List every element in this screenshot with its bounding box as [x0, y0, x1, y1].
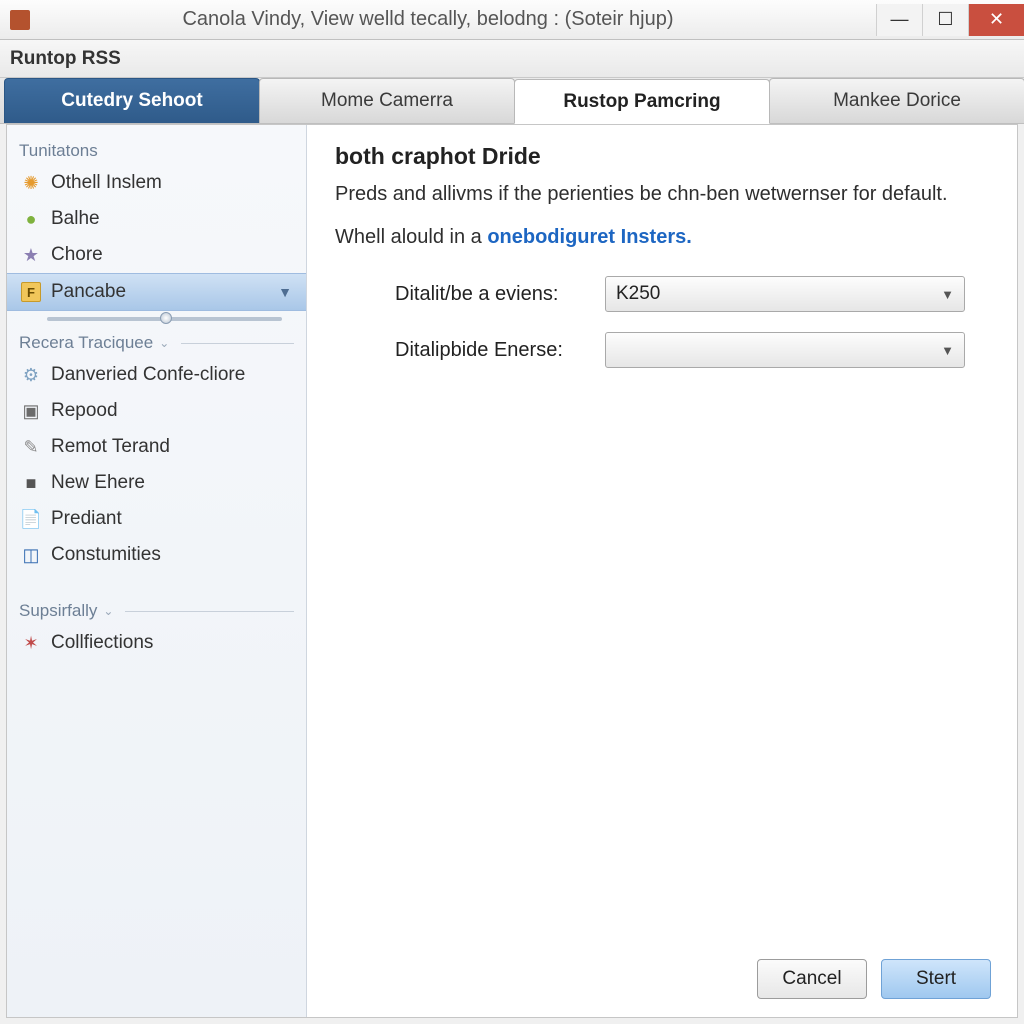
titlebar: Canola Vindy, View welld tecally, belodn… [0, 0, 1024, 40]
chevron-down-icon: ▼ [941, 343, 954, 358]
body: Tunitatons ✺ Othell Inslem ● Balhe ★ Cho… [6, 124, 1018, 1018]
window-title: Canola Vindy, View welld tecally, belodn… [40, 8, 876, 31]
window-controls: — ☐ ✕ [876, 4, 1024, 36]
star-icon: ★ [21, 245, 41, 265]
sidebar-item-prediant[interactable]: 📄 Prediant [7, 501, 306, 537]
box-icon: ◫ [21, 545, 41, 565]
minimize-button[interactable]: — [876, 4, 922, 36]
main-panel: both craphot Dride Preds and allivms if … [307, 125, 1017, 1017]
page-subline: Whell alould in a onebodiguret Insters. [335, 223, 989, 252]
sidebar-item-remot-terand[interactable]: ✎ Remot Terand [7, 429, 306, 465]
sidebar-item-collfiections[interactable]: ✶ Collfiections [7, 625, 306, 661]
close-button[interactable]: ✕ [968, 4, 1024, 36]
sidebar-item-label: Pancabe [51, 281, 126, 303]
sidebar-item-constumities[interactable]: ◫ Constumities [7, 537, 306, 573]
cancel-button[interactable]: Cancel [757, 959, 867, 999]
sidebar-item-label: Remot Terand [51, 436, 170, 458]
maximize-button[interactable]: ☐ [922, 4, 968, 36]
eviens-label: Ditalit/be a eviens: [395, 283, 605, 306]
tab-mankee-dorice[interactable]: Mankee Dorice [769, 78, 1024, 123]
divider [181, 343, 294, 344]
square-icon: ■ [21, 473, 41, 493]
toolbar-label: Runtop RSS [10, 48, 121, 70]
enerse-label: Ditalipbide Enerse: [395, 339, 605, 362]
footer-buttons: Cancel Stert [757, 959, 991, 999]
eviens-combo[interactable]: K250 ▼ [605, 276, 965, 312]
tab-label: Rustop Pamcring [563, 91, 720, 113]
sidebar: Tunitatons ✺ Othell Inslem ● Balhe ★ Cho… [7, 125, 307, 1017]
start-button[interactable]: Stert [881, 959, 991, 999]
divider [125, 611, 294, 612]
tab-rustop-pamcring[interactable]: Rustop Pamcring [514, 79, 770, 124]
dot-icon: ● [21, 209, 41, 229]
sidebar-section-title: Recera Traciquee [19, 333, 153, 353]
star-icon: ✺ [21, 173, 41, 193]
combo-value: K250 [616, 283, 660, 305]
gear-icon: ⚙ [21, 365, 41, 385]
button-label: Cancel [782, 968, 841, 990]
sidebar-item-repood[interactable]: ▣ Repood [7, 393, 306, 429]
form-row-enerse: Ditalipbide Enerse: ▼ [335, 332, 989, 368]
sidebar-section-title: Tunitatons [19, 141, 98, 161]
sidebar-item-label: New Ehere [51, 472, 145, 494]
tab-cutedry-sehoot[interactable]: Cutedry Sehoot [4, 78, 260, 123]
chevron-down-icon: ▼ [941, 287, 954, 302]
sidebar-item-balhe[interactable]: ● Balhe [7, 201, 306, 237]
page-description: Preds and allivms if the perienties be c… [335, 180, 989, 209]
tab-label: Mankee Dorice [833, 90, 961, 112]
chevron-icon: ⌄ [159, 336, 169, 350]
sidebar-item-othell-inslem[interactable]: ✺ Othell Inslem [7, 165, 306, 201]
sidebar-item-label: Constumities [51, 544, 161, 566]
sidebar-section-tunitatons: Tunitatons [7, 131, 306, 165]
insters-link[interactable]: onebodiguret Insters. [487, 226, 691, 248]
sidebar-item-chore[interactable]: ★ Chore [7, 237, 306, 273]
sidebar-item-label: Prediant [51, 508, 122, 530]
slider-thumb[interactable] [160, 312, 172, 324]
sparkle-icon: ✶ [21, 633, 41, 653]
sidebar-item-pancabe[interactable]: F Pancabe ▼ [7, 273, 306, 311]
chevron-icon: ⌄ [103, 604, 113, 618]
form-row-eviens: Ditalit/be a eviens: K250 ▼ [335, 276, 989, 312]
sidebar-section-recera: Recera Traciquee ⌄ [7, 323, 306, 357]
sidebar-item-label: Danveried Confe-cliore [51, 364, 245, 386]
pencil-icon: ✎ [21, 437, 41, 457]
tab-label: Mome Camerra [321, 90, 453, 112]
document-icon: 📄 [21, 509, 41, 529]
button-label: Stert [916, 968, 956, 990]
sidebar-section-title: Supsirfally [19, 601, 97, 621]
chevron-down-icon: ▼ [278, 284, 292, 300]
tab-label: Cutedry Sehoot [61, 90, 202, 112]
sidebar-item-label: Othell Inslem [51, 172, 162, 194]
sidebar-item-danveried[interactable]: ⚙ Danveried Confe-cliore [7, 357, 306, 393]
tab-mome-camerra[interactable]: Mome Camerra [259, 78, 515, 123]
subline-text: Whell alould in a [335, 226, 487, 248]
sidebar-item-label: Chore [51, 244, 103, 266]
tab-bar: Cutedry Sehoot Mome Camerra Rustop Pamcr… [0, 78, 1024, 124]
toolbar: Runtop RSS [0, 40, 1024, 78]
f-icon: F [21, 282, 41, 302]
app-window: Canola Vindy, View welld tecally, belodn… [0, 0, 1024, 1024]
enerse-combo[interactable]: ▼ [605, 332, 965, 368]
sidebar-item-new-ehere[interactable]: ■ New Ehere [7, 465, 306, 501]
page-heading: both craphot Dride [335, 143, 989, 170]
sidebar-item-label: Repood [51, 400, 118, 422]
sidebar-item-label: Balhe [51, 208, 100, 230]
sidebar-slider[interactable] [47, 317, 282, 321]
sidebar-item-label: Collfiections [51, 632, 153, 654]
sidebar-section-supsirfally: Supsirfally ⌄ [7, 591, 306, 625]
image-icon: ▣ [21, 401, 41, 421]
app-icon [10, 10, 30, 30]
